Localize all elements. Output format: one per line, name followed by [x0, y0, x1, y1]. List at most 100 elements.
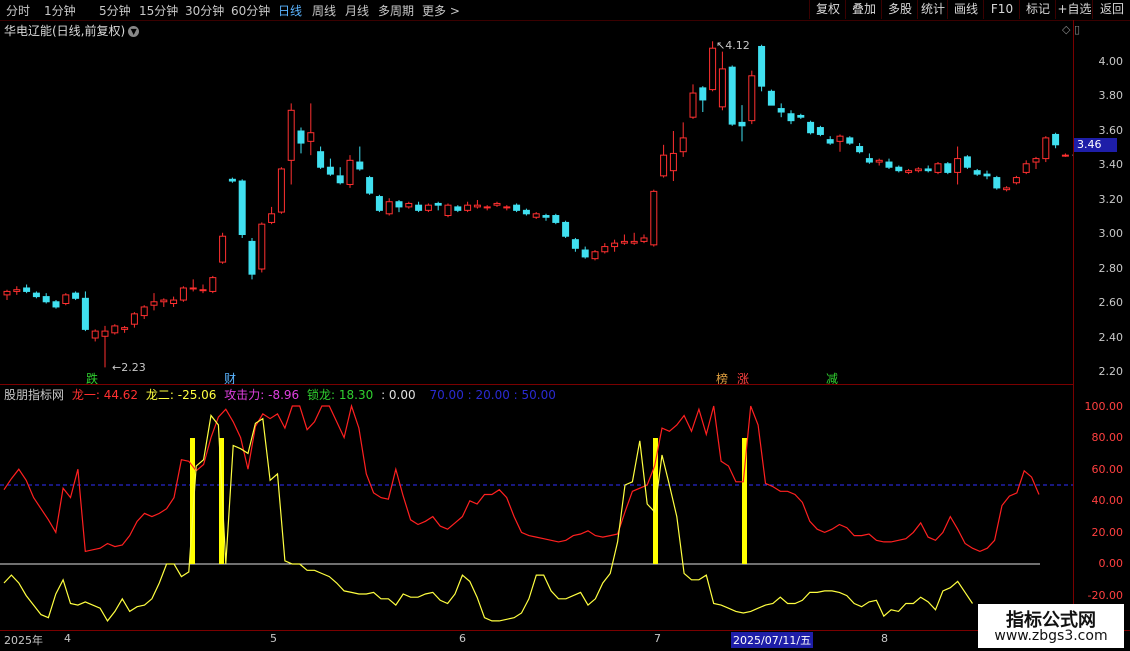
- candle-body: [473, 204, 481, 208]
- price-tick: 2.80: [1098, 262, 1124, 275]
- candle-body: [669, 152, 677, 172]
- candle-body: [728, 66, 736, 125]
- price-tick: 3.60: [1098, 124, 1124, 137]
- candle-body: [973, 170, 981, 175]
- legend-line1: 龙一: 44.62: [71, 388, 139, 402]
- legend-levels: 70.00 : 20.00 : 50.00: [429, 388, 556, 402]
- candle-body: [81, 297, 89, 330]
- candle-body: [542, 215, 550, 218]
- candle-body: [513, 204, 521, 211]
- high-price-label: ↖4.12: [716, 39, 750, 52]
- candle-body: [934, 163, 942, 173]
- candle-body: [983, 173, 991, 177]
- candle-body: [709, 47, 717, 91]
- candle-body: [620, 240, 628, 244]
- low-price-label: ←2.23: [112, 361, 146, 374]
- date-label: 8: [881, 632, 888, 645]
- candle-body: [101, 330, 109, 337]
- date-label: 2025年: [4, 634, 43, 647]
- date-label: 7: [654, 632, 661, 645]
- date-label: 4: [64, 632, 71, 645]
- high-price-value: 4.12: [725, 39, 750, 52]
- indicator-legend[interactable]: 股朋指标网 龙一: 44.62 龙二: -25.06 攻击力: -8.96 锁龙…: [4, 386, 560, 403]
- candle-body: [1061, 154, 1069, 157]
- candle-body: [140, 306, 148, 317]
- ind-tick: 0.00: [1098, 557, 1124, 570]
- candle-body: [238, 180, 246, 235]
- candle-body: [130, 313, 138, 325]
- legend-lock: 锁龙: 18.30: [307, 388, 374, 402]
- candle-body: [444, 204, 452, 217]
- candle-body: [385, 201, 393, 215]
- date-axis: 2025年 4 5 6 7 2025/07/11/五 8: [0, 630, 1130, 651]
- ind-tick: 80.00: [1091, 431, 1124, 444]
- candle-body: [1032, 158, 1040, 163]
- candle-body: [797, 114, 805, 118]
- candle-body: [199, 289, 207, 292]
- price-tick: 2.20: [1098, 365, 1124, 378]
- candle-body: [23, 287, 31, 292]
- candle-body: [72, 292, 80, 299]
- candle-body: [297, 130, 305, 144]
- candle-body: [62, 294, 70, 304]
- candle-body: [689, 92, 697, 118]
- candle-body: [503, 206, 511, 209]
- price-tick: 3.40: [1098, 158, 1124, 171]
- ind-tick: 100.00: [1084, 400, 1124, 413]
- candle-body: [268, 213, 276, 223]
- candle-body: [405, 202, 413, 208]
- candle-body: [836, 135, 844, 142]
- candle-body: [91, 330, 99, 339]
- candle-body: [52, 301, 60, 308]
- candle-body: [875, 159, 883, 163]
- price-axis: 4.00 3.80 3.60 3.40 3.20 3.00 2.80 2.60 …: [1073, 20, 1130, 630]
- candle-body: [591, 251, 599, 260]
- back-button[interactable]: 返回: [1092, 0, 1130, 19]
- candle-body: [905, 170, 913, 173]
- watermark-url: www.zbgs3.com: [994, 628, 1108, 644]
- candle-body: [924, 168, 932, 172]
- candle-body: [611, 242, 619, 248]
- candle-body: [963, 156, 971, 168]
- candle-body: [170, 299, 178, 304]
- candle-body: [179, 287, 187, 301]
- candle-body: [787, 113, 795, 122]
- candle-body: [42, 296, 50, 303]
- candle-body: [189, 287, 197, 290]
- candle-body: [895, 166, 903, 172]
- candle-body: [258, 223, 266, 270]
- legend-extra: : 0.00: [381, 388, 416, 402]
- candle-body: [493, 202, 501, 206]
- ind-tick: 40.00: [1091, 494, 1124, 507]
- price-tick: 3.00: [1098, 227, 1124, 240]
- candle-body: [150, 301, 158, 306]
- price-tick: 4.00: [1098, 55, 1124, 68]
- cursor-date-label: 2025/07/11/五: [731, 632, 814, 648]
- candle-body: [954, 158, 962, 173]
- candle-body: [395, 201, 403, 208]
- candle-body: [816, 127, 824, 135]
- candle-body: [718, 68, 726, 108]
- candle-body: [415, 204, 423, 211]
- candle-body: [660, 154, 668, 177]
- price-tick: 3.80: [1098, 89, 1124, 102]
- candle-body: [856, 146, 864, 153]
- candle-body: [1052, 133, 1060, 146]
- candle-body: [826, 139, 834, 144]
- candle-body: [13, 289, 21, 292]
- candle-body: [865, 158, 873, 163]
- candle-body: [464, 204, 472, 211]
- candle-body: [277, 168, 285, 213]
- candle-body: [993, 177, 1001, 189]
- candle-body: [640, 237, 648, 242]
- candlestick-chart[interactable]: [0, 0, 1073, 650]
- ind-tick: 60.00: [1091, 463, 1124, 476]
- low-price-value: 2.23: [121, 361, 146, 374]
- candle-body: [914, 168, 922, 172]
- candle-body: [807, 121, 815, 134]
- line2-series: [3, 414, 973, 622]
- line1-series: [3, 403, 1040, 553]
- candle-body: [532, 213, 540, 218]
- ind-tick: 20.00: [1091, 526, 1124, 539]
- candle-body: [552, 215, 560, 223]
